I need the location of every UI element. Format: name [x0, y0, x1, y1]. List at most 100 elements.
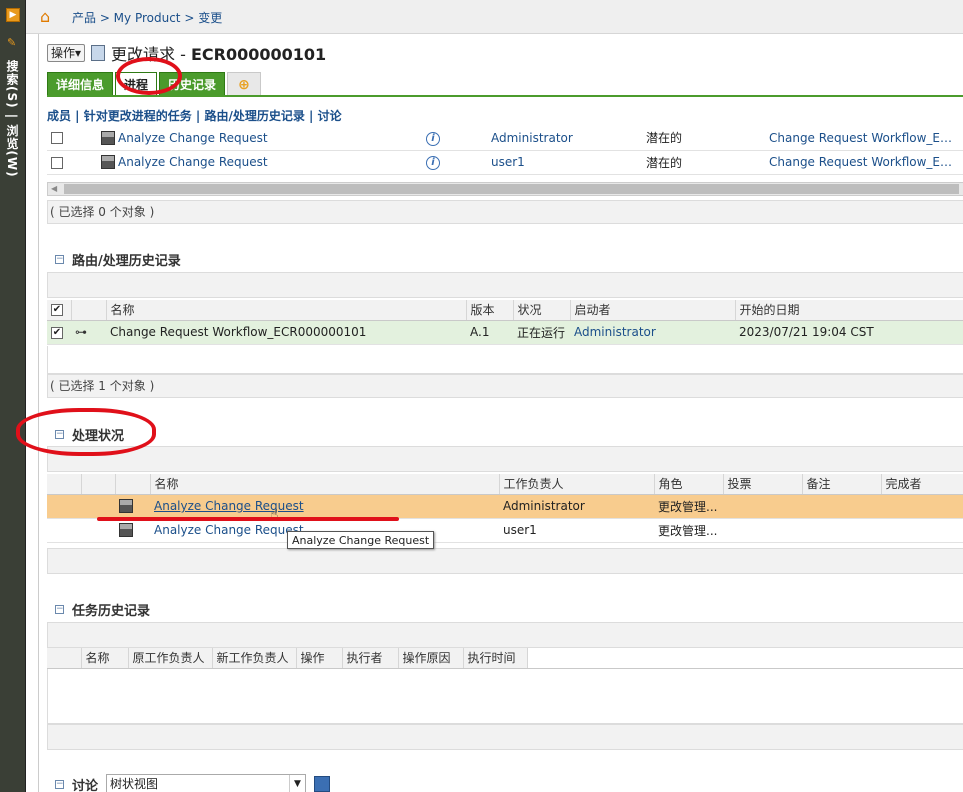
- col-header-initiator[interactable]: 启动者: [570, 300, 736, 321]
- link-tooltip: Analyze Change Request: [287, 531, 435, 549]
- col-header-executor[interactable]: 执行者: [342, 648, 399, 669]
- view-select-value: 树状视图: [110, 777, 159, 791]
- title-id: ECR000000101: [190, 45, 327, 64]
- task-icon: [119, 499, 133, 514]
- table-row[interactable]: Analyze Change Request i user1 潜在的 Chang…: [47, 150, 963, 175]
- col-header-vote[interactable]: 投票: [723, 474, 803, 495]
- status-cell: 潜在的: [642, 126, 765, 151]
- routing-table-body: [47, 346, 963, 374]
- collapse-icon[interactable]: −: [55, 430, 64, 439]
- col-header-name[interactable]: 名称: [81, 648, 129, 669]
- title-prefix: 更改请求 -: [111, 45, 191, 64]
- collapse-icon[interactable]: −: [55, 255, 64, 264]
- col-header-reason[interactable]: 操作原因: [398, 648, 464, 669]
- actions-menu-button[interactable]: 操作▾: [47, 44, 86, 62]
- workflow-cell[interactable]: Change Request Workflow_ECR000000101: [765, 150, 963, 175]
- col-header-status[interactable]: 状况: [513, 300, 571, 321]
- col-header-name[interactable]: 名称: [106, 300, 467, 321]
- task-icon: [119, 523, 133, 538]
- selection-count: ( 已选择 0 个对象 ): [47, 200, 963, 224]
- status-cell: 正在运行: [513, 320, 570, 345]
- col-header-new-assignee[interactable]: 新工作负责人: [212, 648, 297, 669]
- task-name-link[interactable]: Analyze Change Request: [154, 523, 304, 537]
- table-row[interactable]: Analyze Change Request user1 更改管理...: [47, 518, 963, 543]
- page-title: 更改请求 - ECR000000101: [111, 41, 326, 65]
- assignee-cell: user1: [499, 518, 654, 543]
- collapse-icon[interactable]: −: [55, 605, 64, 614]
- task-history-section-title: 任务历史记录: [72, 604, 151, 619]
- scroll-thumb[interactable]: [64, 184, 959, 194]
- col-header-version[interactable]: 版本: [466, 300, 514, 321]
- table-row[interactable]: Analyze Change Request i Administrator 潜…: [47, 126, 963, 151]
- task-icon: [101, 155, 115, 170]
- routing-section-header[interactable]: − 路由/处理历史记录: [55, 250, 181, 269]
- col-header-comments[interactable]: 备注: [802, 474, 882, 495]
- workflow-name-cell[interactable]: Change Request Workflow_ECR000000101: [106, 320, 466, 345]
- role-cell: 更改管理...: [654, 494, 723, 519]
- save-icon[interactable]: [314, 776, 331, 792]
- row-checkbox[interactable]: ✔: [51, 326, 63, 339]
- home-icon[interactable]: ⌂: [40, 7, 50, 26]
- selection-count: ( 已选择 1 个对象 ): [47, 374, 963, 398]
- breadcrumb[interactable]: 产品 > My Product > 变更: [72, 9, 222, 26]
- task-name-link[interactable]: Analyze Change Request: [118, 131, 268, 145]
- workflow-cell[interactable]: Change Request Workflow_ECR000000101: [765, 126, 963, 151]
- add-tab-icon[interactable]: ⊕: [227, 72, 262, 96]
- processing-section-header[interactable]: − 处理状况: [55, 425, 124, 444]
- routing-section-title: 路由/处理历史记录: [72, 254, 181, 269]
- col-header-original-assignee[interactable]: 原工作负责人: [128, 648, 213, 669]
- scroll-left-icon[interactable]: ◀: [51, 183, 57, 195]
- tasks-table: Analyze Change Request i Administrator 潜…: [47, 126, 963, 175]
- row-checkbox[interactable]: [51, 156, 63, 169]
- discussion-title: 讨论: [72, 778, 99, 792]
- row-checkbox[interactable]: [51, 132, 63, 145]
- select-all-checkbox[interactable]: ✔: [51, 304, 63, 317]
- view-select[interactable]: 树状视图 ▼: [106, 774, 307, 792]
- table-row[interactable]: Analyze Change Request Administrator 更改管…: [47, 494, 963, 519]
- col-header-role[interactable]: 角色: [654, 474, 724, 495]
- section-links[interactable]: 成员 | 针对更改进程的任务 | 路由/处理历史记录 | 讨论: [47, 107, 342, 124]
- processing-table: 名称 工作负责人 角色 投票 备注 完成者 Analyze Change Req…: [47, 474, 963, 543]
- assignee-cell[interactable]: user1: [487, 150, 642, 175]
- title-row: 操作▾ 更改请求 - ECR000000101: [47, 42, 326, 64]
- chevron-down-icon[interactable]: ▼: [289, 775, 305, 792]
- role-cell: 更改管理...: [654, 518, 723, 543]
- left-sidebar: ▶ ✎ 搜索(S) | 浏览(W): [0, 0, 26, 792]
- tab-history[interactable]: 历史记录: [159, 72, 226, 96]
- tab-process[interactable]: 进程: [115, 72, 158, 96]
- sidebar-label[interactable]: 搜索(S) | 浏览(W): [4, 60, 21, 178]
- task-history-body: [47, 669, 963, 724]
- horizontal-scrollbar[interactable]: ◀: [47, 182, 963, 196]
- hand-cursor-icon: ☝: [270, 507, 279, 523]
- breadcrumb-bar: ⌂ 产品 > My Product > 变更: [26, 0, 963, 34]
- initiator-cell[interactable]: Administrator: [570, 320, 735, 345]
- col-header-start-date[interactable]: 开始的日期: [735, 300, 963, 321]
- task-name-link[interactable]: Analyze Change Request: [118, 155, 268, 169]
- task-history-toolbar: [47, 622, 963, 648]
- table-row[interactable]: ✔ ⊶ Change Request Workflow_ECR000000101…: [47, 320, 963, 345]
- info-icon[interactable]: i: [426, 156, 440, 170]
- version-cell: A.1: [466, 320, 513, 345]
- col-header-name[interactable]: 名称: [150, 474, 500, 495]
- routing-toolbar: [47, 272, 963, 298]
- workflow-icon: ⊶: [75, 325, 87, 339]
- task-history-section-header[interactable]: − 任务历史记录: [55, 600, 150, 619]
- task-name-link[interactable]: Analyze Change Request: [154, 499, 304, 513]
- task-history-footer: [47, 724, 963, 750]
- col-header-assignee[interactable]: 工作负责人: [499, 474, 655, 495]
- processing-section-title: 处理状况: [72, 429, 125, 444]
- expand-icon[interactable]: ▶: [6, 8, 20, 22]
- collapse-icon[interactable]: −: [55, 779, 64, 789]
- col-header-exec-time[interactable]: 执行时间: [463, 648, 528, 669]
- col-header-completed-by[interactable]: 完成者: [881, 474, 963, 495]
- tab-bar: 详细信息 进程 历史记录 ⊕: [47, 72, 262, 96]
- tab-underline: [47, 95, 963, 97]
- discussion-row: − 讨论 树状视图 ▼: [55, 774, 331, 792]
- date-cell: 2023/07/21 19:04 CST: [735, 320, 963, 345]
- col-header-action[interactable]: 操作: [296, 648, 343, 669]
- tab-details[interactable]: 详细信息: [47, 72, 114, 96]
- processing-toolbar: [47, 446, 963, 472]
- pin-icon[interactable]: ✎: [7, 36, 16, 49]
- assignee-cell[interactable]: Administrator: [487, 126, 642, 151]
- info-icon[interactable]: i: [426, 131, 440, 146]
